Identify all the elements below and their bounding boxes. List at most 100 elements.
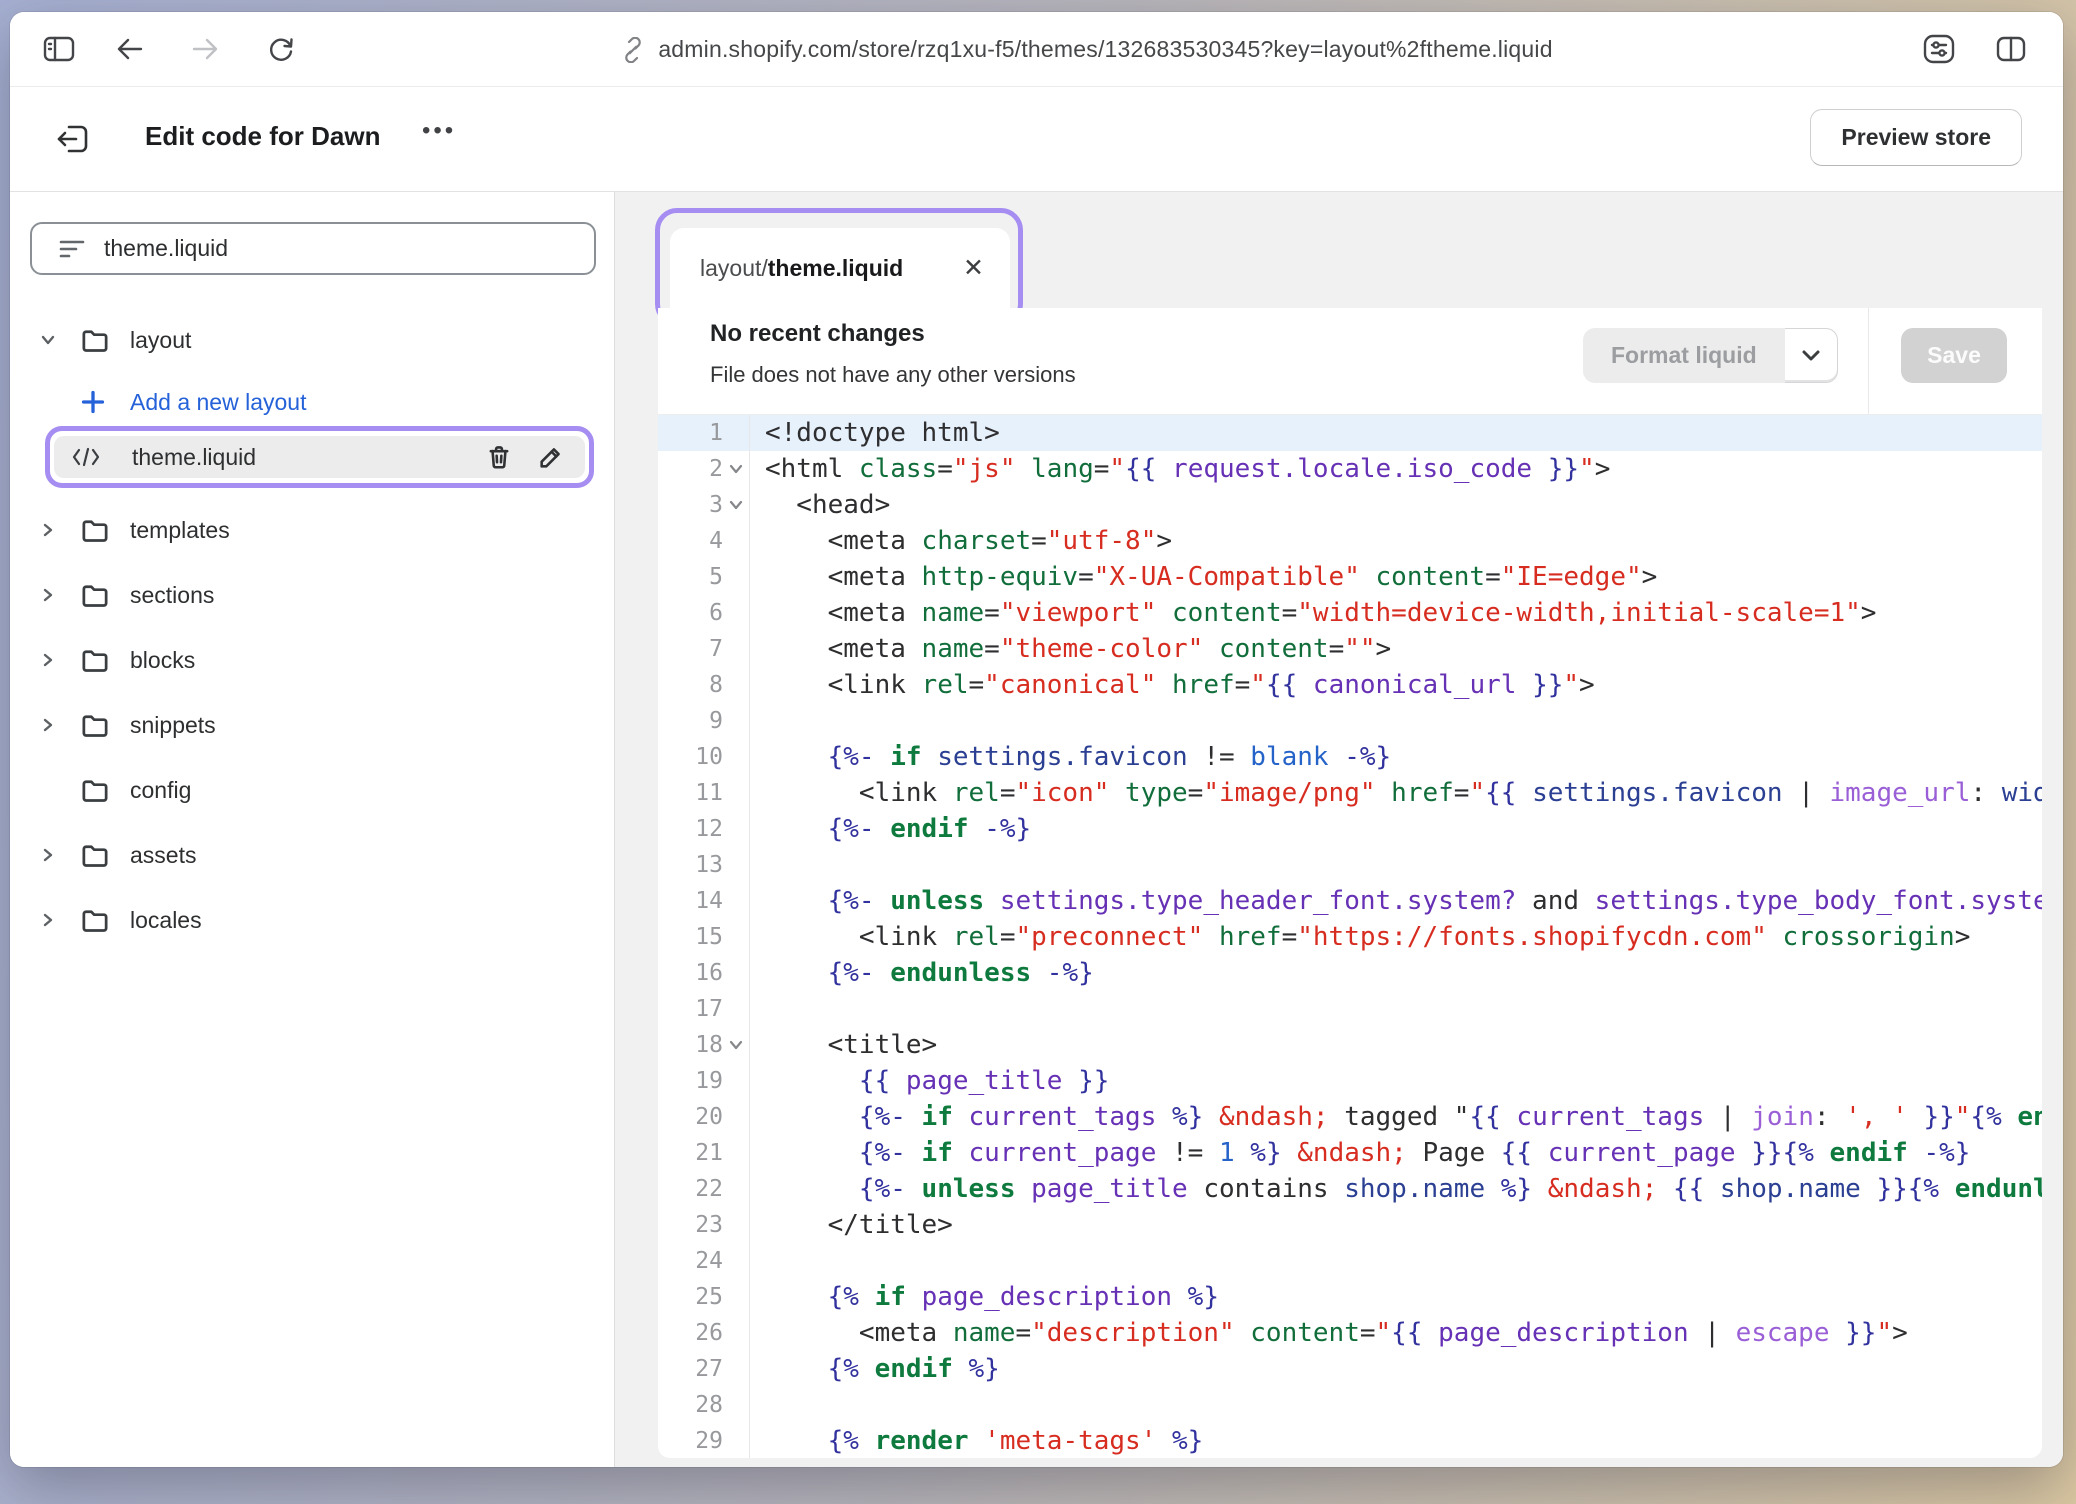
page-title: Edit code for Dawn xyxy=(145,121,380,152)
code-line[interactable]: 5 <meta http-equiv="X-UA-Compatible" con… xyxy=(658,559,2042,595)
delete-file-button[interactable] xyxy=(485,443,513,471)
code-line[interactable]: 3 <head> xyxy=(658,487,2042,523)
line-number: 8 xyxy=(658,667,723,703)
file-tab[interactable]: layout/theme.liquid ✕ xyxy=(670,228,1010,308)
split-view-icon[interactable] xyxy=(1995,35,2027,63)
code-line[interactable]: 4 <meta charset="utf-8"> xyxy=(658,523,2042,559)
sidebar-item-locales[interactable]: locales xyxy=(10,898,606,942)
code-text: {% render 'meta-tags' %} xyxy=(750,1423,2042,1458)
code-line[interactable]: 20 {%- if current_tags %} &ndash; tagged… xyxy=(658,1099,2042,1135)
code-line[interactable]: 7 <meta name="theme-color" content=""> xyxy=(658,631,2042,667)
file-label: theme.liquid xyxy=(132,444,256,471)
chevron-right-icon[interactable] xyxy=(38,520,80,540)
format-liquid-button[interactable]: Format liquid xyxy=(1583,328,1785,383)
line-number: 26 xyxy=(658,1315,723,1351)
sidebar-toggle-icon[interactable] xyxy=(42,34,76,64)
format-liquid-dropdown-button[interactable] xyxy=(1785,328,1838,383)
sidebar-item-blocks[interactable]: blocks xyxy=(10,638,606,682)
fold-toggle-icon[interactable] xyxy=(723,451,749,487)
code-line[interactable]: 6 <meta name="viewport" content="width=d… xyxy=(658,595,2042,631)
code-line[interactable]: 15 <link rel="preconnect" href="https://… xyxy=(658,919,2042,955)
code-line[interactable]: 9 xyxy=(658,703,2042,739)
code-line[interactable]: 17 xyxy=(658,991,2042,1027)
rename-file-button[interactable] xyxy=(537,443,565,471)
line-number-gutter: 6 xyxy=(658,595,750,631)
preview-store-button[interactable]: Preview store xyxy=(1810,109,2022,166)
line-number: 17 xyxy=(658,991,723,1027)
code-line[interactable]: 22 {%- unless page_title contains shop.n… xyxy=(658,1171,2042,1207)
sidebar-item-assets[interactable]: assets xyxy=(10,833,606,877)
add-layout-button[interactable]: Add a new layout xyxy=(10,380,606,424)
code-line[interactable]: 16 {%- endunless -%} xyxy=(658,955,2042,991)
code-line[interactable]: 2<html class="js" lang="{{ request.local… xyxy=(658,451,2042,487)
code-text xyxy=(750,847,2042,883)
code-line[interactable]: 27 {% endif %} xyxy=(658,1351,2042,1387)
code-line[interactable]: 18 <title> xyxy=(658,1027,2042,1063)
code-line[interactable]: 19 {{ page_title }} xyxy=(658,1063,2042,1099)
file-search-input[interactable] xyxy=(104,235,594,262)
code-line[interactable]: 12 {%- endif -%} xyxy=(658,811,2042,847)
tab-close-button[interactable]: ✕ xyxy=(963,256,984,281)
code-text xyxy=(750,703,2042,739)
selected-file-ring: theme.liquid xyxy=(45,426,594,488)
chevron-right-icon[interactable] xyxy=(38,910,80,930)
more-menu-button[interactable]: ••• xyxy=(422,117,456,145)
code-text: <link rel="icon" type="image/png" href="… xyxy=(750,775,2042,811)
line-number: 9 xyxy=(658,703,723,739)
code-line[interactable]: 21 {%- if current_page != 1 %} &ndash; P… xyxy=(658,1135,2042,1171)
line-number-gutter: 12 xyxy=(658,811,750,847)
forward-button[interactable] xyxy=(190,36,220,62)
file-search-box[interactable] xyxy=(30,222,596,275)
status-subtitle: File does not have any other versions xyxy=(710,362,1076,388)
reload-button[interactable] xyxy=(266,34,296,64)
line-number-gutter: 19 xyxy=(658,1063,750,1099)
sidebar-item-config[interactable]: config xyxy=(10,768,606,812)
fold-toggle-icon[interactable] xyxy=(723,487,749,523)
address-bar[interactable]: admin.shopify.com/store/rzq1xu-f5/themes… xyxy=(360,12,1813,87)
chevron-right-icon[interactable] xyxy=(38,715,80,735)
code-text: <meta name="theme-color" content=""> xyxy=(750,631,2042,667)
format-liquid-group: Format liquid xyxy=(1583,328,1838,383)
code-text: <!doctype html> xyxy=(750,415,2042,451)
code-text: {%- unless page_title contains shop.name… xyxy=(750,1171,2042,1207)
trash-icon xyxy=(485,443,513,471)
exit-icon xyxy=(52,119,92,159)
chevron-right-icon[interactable] xyxy=(38,650,80,670)
chevron-right-icon[interactable] xyxy=(38,845,80,865)
code-line[interactable]: 14 {%- unless settings.type_header_font.… xyxy=(658,883,2042,919)
code-line[interactable]: 25 {% if page_description %} xyxy=(658,1279,2042,1315)
filter-icon xyxy=(58,237,88,261)
sidebar-item-templates[interactable]: templates xyxy=(10,508,606,552)
code-line[interactable]: 28 xyxy=(658,1387,2042,1423)
folder-icon xyxy=(80,327,130,353)
line-number: 10 xyxy=(658,739,723,775)
code-text: {% if page_description %} xyxy=(750,1279,2042,1315)
back-button[interactable] xyxy=(115,36,145,62)
code-text: <meta name="viewport" content="width=dev… xyxy=(750,595,2042,631)
code-line[interactable]: 11 <link rel="icon" type="image/png" hre… xyxy=(658,775,2042,811)
chevron-right-icon[interactable] xyxy=(38,585,80,605)
line-number: 23 xyxy=(658,1207,723,1243)
page-settings-icon[interactable] xyxy=(1921,33,1957,65)
code-editor[interactable]: 1<!doctype html>2<html class="js" lang="… xyxy=(658,415,2042,1458)
code-line[interactable]: 10 {%- if settings.favicon != blank -%} xyxy=(658,739,2042,775)
chevron-down-icon[interactable] xyxy=(38,330,80,350)
code-line[interactable]: 8 <link rel="canonical" href="{{ canonic… xyxy=(658,667,2042,703)
code-line[interactable]: 29 {% render 'meta-tags' %} xyxy=(658,1423,2042,1458)
code-line[interactable]: 23 </title> xyxy=(658,1207,2042,1243)
folder-icon xyxy=(80,777,130,803)
sidebar-item-snippets[interactable]: snippets xyxy=(10,703,606,747)
exit-editor-button[interactable] xyxy=(52,119,92,159)
code-text: {%- if current_page != 1 %} &ndash; Page… xyxy=(750,1135,2042,1171)
code-line[interactable]: 1<!doctype html> xyxy=(658,415,2042,451)
fold-toggle-icon[interactable] xyxy=(723,1027,749,1063)
line-number: 6 xyxy=(658,595,723,631)
code-line[interactable]: 26 <meta name="description" content="{{ … xyxy=(658,1315,2042,1351)
save-button[interactable]: Save xyxy=(1901,328,2007,383)
line-number-gutter: 25 xyxy=(658,1279,750,1315)
sidebar-item-layout[interactable]: layout xyxy=(10,318,606,362)
code-line[interactable]: 13 xyxy=(658,847,2042,883)
sidebar-item-theme-liquid[interactable]: theme.liquid xyxy=(54,436,585,478)
sidebar-item-sections[interactable]: sections xyxy=(10,573,606,617)
code-line[interactable]: 24 xyxy=(658,1243,2042,1279)
